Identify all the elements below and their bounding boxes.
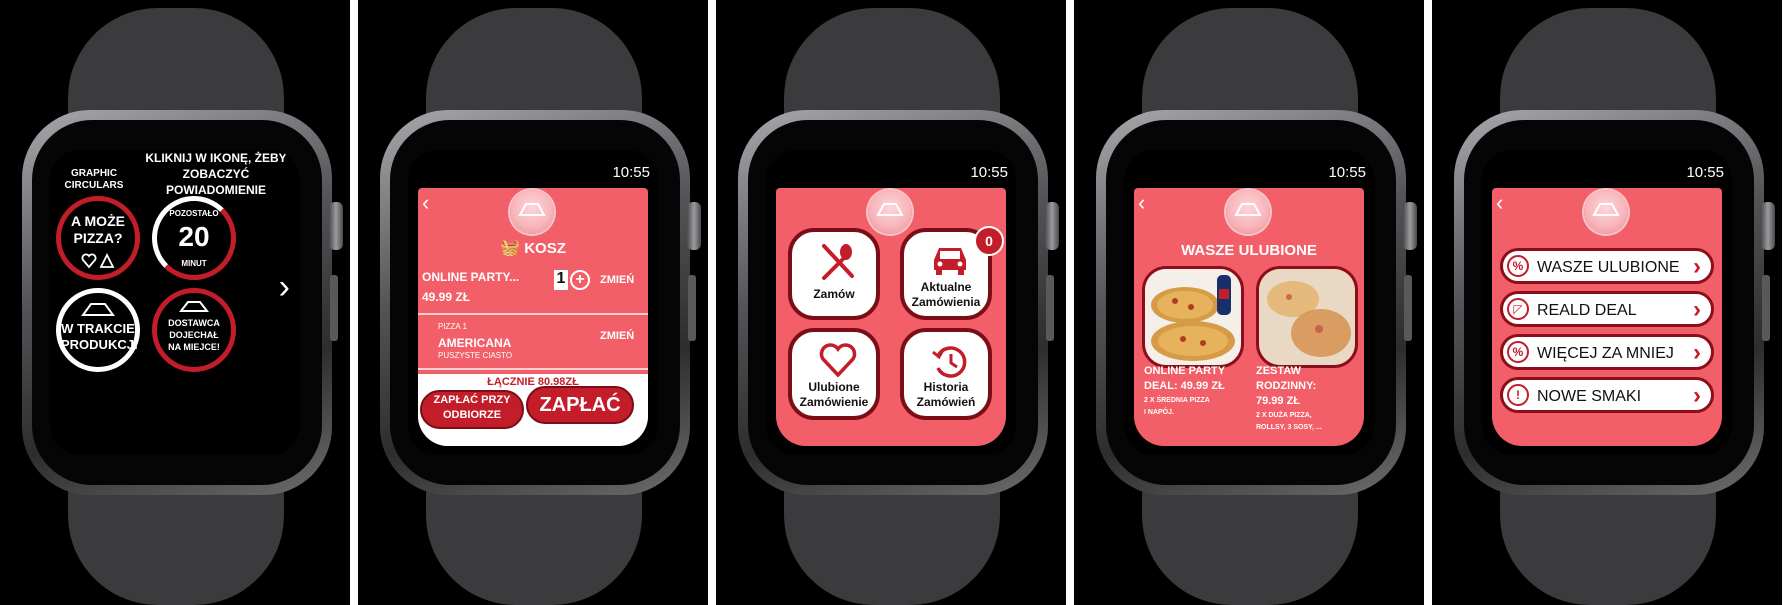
change-item-1-button[interactable]: ZMIEŃ [600,274,634,286]
watch-band-bottom [426,480,642,605]
side-button[interactable] [1404,275,1412,341]
digital-crown[interactable] [1045,202,1059,250]
fav-1-description: 2 X ŚREDNIA PIZZA I NAPÓJ. [1144,397,1210,416]
watch-3: 10:55 Zamów Aktualne Zamówienia 0 Ulubio… [716,0,1066,605]
favorite-orders-tile[interactable]: Ulubione Zamówienie [788,328,880,420]
digital-crown[interactable] [687,202,701,250]
order-tile[interactable]: Zamów [788,228,880,320]
digital-crown[interactable] [329,202,343,250]
side-button[interactable] [330,275,338,341]
watch-band-bottom [784,480,1000,605]
car-icon [934,248,966,275]
cart-item-2[interactable]: PIZZA 1 AMERICANA PUSZYSTE CIASTO ZMIEŃ [438,322,648,370]
deals-menu-panel: ‹ % WASZE ULUBIONE › ◸ REALD DEAL › % WI… [1492,188,1722,446]
timer-value: 20 [178,221,210,252]
favorites-panel: ‹ WASZE ULUBIONE ONLINE PARTY DEAL: 49.9… [1134,188,1364,446]
digital-crown[interactable] [1761,202,1775,250]
favorites-title: WASZE ULUBIONE [1181,242,1317,259]
production-status-circle[interactable]: W TRAKCIE PRODUKCJI [56,288,140,372]
cart-title: 🧺 KOSZ [500,240,566,257]
pizza-slice-icon: ◸ [1507,298,1529,320]
pay-button[interactable]: ZAPŁAĆ [526,386,634,424]
watch-2: 10:55 ‹ 🧺 KOSZ ONLINE PARTY... 49.99 ZŁ … [358,0,708,605]
clock-time: 10:55 [1328,164,1366,181]
watch-1: GRAPHIC CIRCULARS KLIKNIJ W IKONĘ, ŻEBY … [0,0,350,605]
divider [418,313,648,315]
pizza-suggestion-circle[interactable]: A MOŻE PIZZA? [56,196,140,280]
pizza-hut-logo [1226,190,1270,234]
order-history-tile[interactable]: Historia Zamówień [900,328,992,420]
back-icon[interactable]: ‹ [1138,192,1145,214]
exclamation-icon: ! [1507,384,1529,406]
menu-item-favorites[interactable]: % WASZE ULUBIONE › [1500,248,1714,284]
watch-5: 10:55 ‹ % WASZE ULUBIONE › ◸ REALD DEAL … [1432,0,1782,605]
chevron-right-icon: › [1693,253,1701,280]
pizza-hut-logo [510,190,554,234]
side-button[interactable] [1762,275,1770,341]
change-item-2-button[interactable]: ZMIEŃ [600,330,634,342]
main-menu-panel: Zamów Aktualne Zamówienia 0 Ulubione Zam… [776,188,1006,446]
instruction-text: KLIKNIJ W IKONĘ, ŻEBY ZOBACZYĆ POWIADOMI… [145,151,287,197]
cart-item-1[interactable]: ONLINE PARTY... 49.99 ZŁ 1 + ZMIEŃ [422,270,648,310]
fav-1-title: ONLINE PARTY DEAL: 49.99 ZŁ [1144,365,1226,392]
side-button[interactable] [688,275,696,341]
heart-icon [819,343,857,378]
pizza-hut-logo [868,190,912,234]
digital-crown[interactable] [1403,202,1417,250]
back-icon[interactable]: ‹ [422,192,429,214]
cart-panel: ‹ 🧺 KOSZ ONLINE PARTY... 49.99 ZŁ 1 + ZM… [418,188,648,446]
fav-2-image[interactable] [1256,266,1358,368]
watch-screen: 10:55 Zamów Aktualne Zamówienia 0 Ulubio… [766,150,1016,455]
chevron-right-icon: › [1693,382,1701,409]
watch-screen: GRAPHIC CIRCULARS KLIKNIJ W IKONĘ, ŻEBY … [50,150,300,455]
delivery-status-circle[interactable]: DOSTAWCA DOJECHAŁ NA MIEJCE! [152,288,236,372]
clock-time: 10:55 [1686,164,1724,181]
pizza-hut-roof-icon [81,303,115,316]
watch-band-bottom [68,480,284,605]
percent-icon: % [1507,341,1529,363]
fav-1-image[interactable] [1142,266,1244,368]
current-orders-badge: 0 [974,226,1004,256]
watch-screen: 10:55 ‹ % WASZE ULUBIONE › ◸ REALD DEAL … [1482,150,1732,455]
watch-band-bottom [1500,480,1716,605]
clock-time: 10:55 [970,164,1008,181]
watch-4: 10:55 ‹ WASZE ULUBIONE ONLINE PARTY DEAL… [1074,0,1424,605]
percent-icon: % [1507,255,1529,277]
watch-screen: 10:55 ‹ WASZE ULUBIONE ONLINE PARTY DEAL… [1124,150,1374,455]
fork-spoon-icon [822,244,854,280]
chevron-right-icon: › [1693,296,1701,323]
timer-circle[interactable]: POZOSTAŁO 20 MINUT [152,196,236,280]
pay-on-pickup-button[interactable]: ZAPŁAĆ PRZY ODBIORZE [420,390,524,429]
chevron-right-icon[interactable]: › [279,268,290,307]
side-button[interactable] [1046,275,1054,341]
fav-2-description: 2 X DUŻA PIZZA, ROLLSY, 3 SOSY, ... [1256,412,1322,431]
quantity-value: 1 [554,270,568,290]
back-icon[interactable]: ‹ [1496,192,1503,214]
chevron-right-icon: › [1693,339,1701,366]
heart-icon [81,252,115,269]
clock-time: 10:55 [612,164,650,181]
menu-item-new-flavors[interactable]: ! NOWE SMAKI › [1500,377,1714,413]
fav-2-title: ZESTAW RODZINNY: 79.99 ZŁ [1256,365,1317,407]
pizza-hut-logo [1584,190,1628,234]
basket-icon: 🧺 [500,240,521,257]
pizza-image [1259,269,1355,365]
divider [418,368,648,370]
pizza-and-soda-image [1145,269,1241,365]
history-icon [932,346,967,378]
heart-pizza-icons [81,252,117,274]
watch-screen: 10:55 ‹ 🧺 KOSZ ONLINE PARTY... 49.99 ZŁ … [408,150,658,455]
menu-item-real-deal[interactable]: ◸ REALD DEAL › [1500,291,1714,327]
watch-band-bottom [1142,480,1358,605]
menu-item-more-for-less[interactable]: % WIĘCEJ ZA MNIEJ › [1500,334,1714,370]
add-quantity-button[interactable]: + [570,270,590,290]
pizza-hut-roof-icon [179,301,209,312]
graphic-circulars-label: GRAPHIC CIRCULARS [64,168,124,191]
